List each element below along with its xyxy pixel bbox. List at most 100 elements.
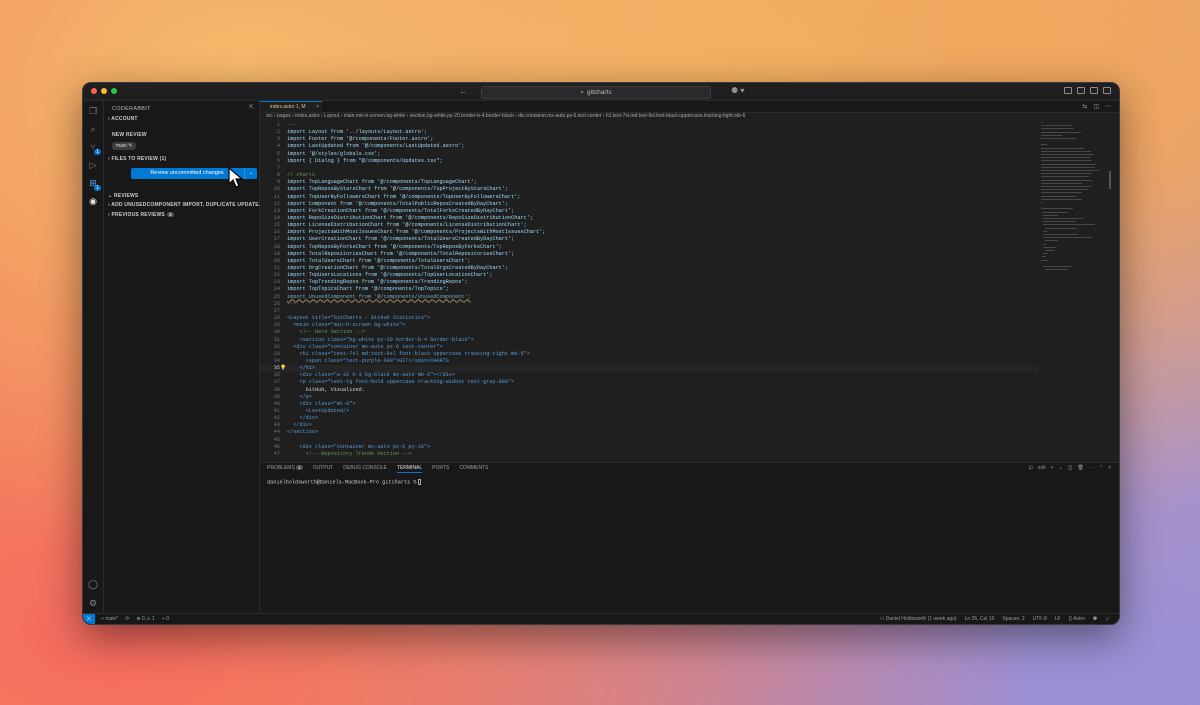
encoding[interactable]: UTF-8 — [1033, 616, 1047, 622]
cursor-position[interactable]: Ln 35, Col 10 — [965, 616, 995, 622]
code-line[interactable]: 45 — [260, 437, 1039, 444]
code-line[interactable]: 20 import TotalUsersChart from '@/compone… — [260, 258, 1039, 265]
tab-output[interactable]: OUTPUT — [313, 465, 334, 473]
toggle-sidebar-icon[interactable] — [1064, 87, 1072, 94]
tab-problems[interactable]: PROBLEMS 1 — [267, 465, 303, 473]
code-line[interactable]: 37 <p class="text-lg font-bold uppercase… — [260, 379, 1039, 386]
breadcrumb-item[interactable]: main.min-h-screen.bg-white — [344, 113, 406, 119]
git-blame[interactable]: ⚇ Daniel Holdsworth (1 week ago) — [880, 616, 957, 622]
explorer-icon[interactable]: ❐ — [88, 106, 98, 116]
code-line[interactable]: 22 import TopUsersLocations from '@/compo… — [260, 272, 1039, 279]
breadcrumb-item[interactable]: src — [266, 113, 273, 119]
code-line[interactable]: 6 import { Dialog } from "@/components/Up… — [260, 158, 1039, 165]
breadcrumb-item[interactable]: index.astro — [295, 113, 319, 119]
maximize-panel-icon[interactable]: ⌃ — [1099, 465, 1103, 471]
branch-chip[interactable]: main ✎ — [112, 142, 137, 150]
code-line[interactable]: 46 <div class="container mx-auto px-6 py… — [260, 444, 1039, 451]
code-line[interactable]: 8 // charts — [260, 172, 1039, 179]
language-mode[interactable]: {} Astro — [1069, 616, 1085, 622]
code-line[interactable]: 5 import '@/styles/globals.css'; — [260, 151, 1039, 158]
code-editor[interactable]: 1 --- 2 import Layout from '../layouts/Layo… — [260, 122, 1039, 462]
code-line[interactable]: 17 import UserCreationChart from '@/compo… — [260, 236, 1039, 243]
code-line[interactable]: 4 import LastUpdated from '@/components/L… — [260, 143, 1039, 150]
terminal-name[interactable]: zsh — [1038, 465, 1046, 471]
notifications-bell-icon[interactable]: ♫ — [1105, 616, 1109, 622]
source-control-icon[interactable]: ⑂ 1 — [88, 142, 101, 155]
reviews-section[interactable]: ⌄ REVIEWS — [108, 193, 138, 199]
copilot-icon[interactable]: ⚉ ▾ — [731, 86, 744, 95]
code-line[interactable]: 33 <h1 class="text-7xl md:text-9xl font-… — [260, 351, 1039, 358]
code-line[interactable]: 34 <span class="text-purple-600">GIT</sp… — [260, 358, 1039, 365]
new-terminal-icon[interactable]: + — [1051, 465, 1054, 471]
code-line[interactable]: 12 import Component from '@/components/To… — [260, 201, 1039, 208]
code-line[interactable]: 10 import TopReposByStarsChart from '@/co… — [260, 186, 1039, 193]
ports-status[interactable]: ⌁ 0 — [162, 616, 169, 622]
code-line[interactable]: 35 </h1> 💡 — [260, 365, 1039, 373]
code-line[interactable]: 38 GitHub, Visualized. — [260, 387, 1039, 394]
breadcrumb-item[interactable]: div.container.mx-auto.px-6.text-center — [518, 113, 601, 119]
code-line[interactable]: 2 import Layout from '../layouts/Layout.a… — [260, 129, 1039, 136]
code-line[interactable]: 30 <!-- Hero Section --> — [260, 329, 1039, 336]
code-line[interactable]: 36 <div class="w-32 h-3 bg-black mx-auto… — [260, 372, 1039, 379]
problems-status[interactable]: ⊗ 0 ⚠ 1 — [136, 616, 154, 622]
code-line[interactable]: 14 import RepoSizeDistributionChart from … — [260, 215, 1039, 222]
remote-indicator-icon[interactable]: ⟩⟨ — [83, 614, 95, 624]
previous-reviews-section[interactable]: › PREVIOUS REVIEWS 3 — [108, 212, 174, 218]
branch-status[interactable]: ⑂ main* — [101, 616, 118, 622]
search-icon[interactable]: ⌕ — [88, 124, 98, 134]
files-to-review-section[interactable]: › FILES TO REVIEW (1) — [108, 156, 166, 162]
minimize-window-button[interactable] — [101, 88, 107, 94]
extensions-icon[interactable]: ⊞ 1 — [88, 178, 101, 191]
review-item[interactable]: › ADD UNUSEDCOMPONENT IMPORT, DUPLICATE … — [108, 202, 264, 208]
code-line[interactable]: 39 </p> — [260, 394, 1039, 401]
end-of-line[interactable]: LF — [1055, 616, 1061, 622]
breadcrumb-item[interactable]: pages — [277, 113, 291, 119]
code-line[interactable]: 13 import ForkCreationChart from '@/compo… — [260, 208, 1039, 215]
customize-layout-icon[interactable] — [1103, 87, 1111, 94]
code-line[interactable]: 44 </section> — [260, 429, 1039, 436]
lightbulb-icon[interactable]: 💡 — [280, 365, 286, 372]
chevron-down-icon[interactable]: ⌄ — [244, 168, 257, 179]
code-line[interactable]: 26 --- — [260, 301, 1039, 308]
code-line[interactable]: 28 <Layout title="GitCharts - GitHub Stat… — [260, 315, 1039, 322]
terminal-output[interactable]: danielholdsworth@Daniels-MacBook-Pro git… — [267, 479, 422, 485]
code-line[interactable]: 27 — [260, 308, 1039, 315]
close-window-button[interactable] — [91, 88, 97, 94]
breadcrumb-item[interactable]: Layout — [324, 113, 339, 119]
tab-comments[interactable]: COMMENTS — [459, 465, 488, 473]
tab-ports[interactable]: PORTS — [432, 465, 449, 473]
compare-icon[interactable]: ⇆ — [1082, 103, 1087, 110]
minimap[interactable] — [1041, 122, 1107, 282]
code-line[interactable]: 31 <section class="bg-white py-20 border… — [260, 337, 1039, 344]
toggle-secondary-sidebar-icon[interactable] — [1090, 87, 1098, 94]
accounts-icon[interactable]: ◯ — [88, 579, 98, 589]
tab-index-astro[interactable]: index.astro 1, M × — [260, 101, 322, 112]
breadcrumb-item[interactable]: h1.text-7xl.md:text-9xl.font-black.upper… — [606, 113, 746, 119]
editor-scrollbar[interactable] — [1109, 171, 1111, 189]
code-line[interactable]: 43 </div> — [260, 422, 1039, 429]
coderabbit-icon[interactable]: ◉ — [88, 196, 98, 206]
copilot-status-icon[interactable]: ⚉ — [1093, 616, 1097, 622]
code-line[interactable]: 3 import Footer from '@/components/Footer… — [260, 136, 1039, 143]
back-arrow-icon[interactable]: ← — [459, 86, 468, 96]
code-line[interactable]: 23 import TopTrendingRepos from '@/compon… — [260, 279, 1039, 286]
toggle-panel-icon[interactable] — [1077, 87, 1085, 94]
close-icon[interactable]: × — [316, 102, 319, 112]
code-line[interactable]: 47 <!-- Repository Trends Section --> — [260, 451, 1039, 458]
code-line[interactable]: 29 <main class="min-h-screen bg-white"> — [260, 322, 1039, 329]
code-line[interactable]: 15 import LicenseDistributionChart from '… — [260, 222, 1039, 229]
sidebar-actions-icon[interactable]: ⇱ — [249, 104, 254, 111]
chevron-down-icon[interactable]: ⌄ — [1059, 465, 1063, 471]
code-line[interactable]: 24 import TopTopicsChart from '@/componen… — [260, 286, 1039, 293]
code-line[interactable]: 9 import TopLanguageChart from '@/compone… — [260, 179, 1039, 186]
indentation[interactable]: Spaces: 2 — [1002, 616, 1024, 622]
code-line[interactable]: 41 <LastUpdated/> — [260, 408, 1039, 415]
account-section[interactable]: › ACCOUNT — [108, 116, 138, 122]
more-actions-icon[interactable]: ⋯ — [1089, 465, 1094, 471]
code-line[interactable]: 11 import TopUserByFollowersChart from '@… — [260, 194, 1039, 201]
code-line[interactable]: 32 <div class="container mx-auto px-6 te… — [260, 344, 1039, 351]
code-line[interactable]: 19 import TotalRepositoriesChart from '@/… — [260, 251, 1039, 258]
code-line[interactable]: 21 import OrgCreationChart from '@/compon… — [260, 265, 1039, 272]
settings-gear-icon[interactable]: ⚙ — [88, 598, 98, 608]
breadcrumb-item[interactable]: section.bg-white.py-20.border-b-4.border… — [410, 113, 514, 119]
